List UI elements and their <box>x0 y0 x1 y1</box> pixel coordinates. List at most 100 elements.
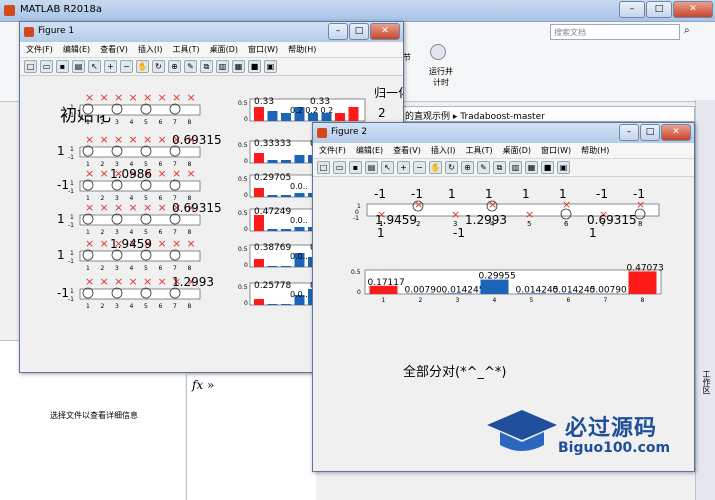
main-window-title: MATLAB R2018a <box>20 4 103 15</box>
figure1-minimize-button[interactable]: – <box>328 23 348 40</box>
fig1-cross-marker: × <box>158 201 167 214</box>
fig1-bar <box>254 107 264 121</box>
fig2-bar-label: 0.29955 <box>479 272 516 282</box>
fig1-tick-label: 8 <box>188 265 192 272</box>
datatip-icon[interactable]: ⊕ <box>168 60 181 73</box>
hide-tools-icon[interactable]: ■ <box>541 161 554 174</box>
fig1-row-sign: 1 <box>57 144 65 158</box>
fig1-ytick: -1 <box>68 222 74 229</box>
legend-icon[interactable]: ▦ <box>232 60 245 73</box>
rotate-icon[interactable]: ↻ <box>445 161 458 174</box>
datatip-icon[interactable]: ⊕ <box>461 161 474 174</box>
fig1-cross-marker: × <box>114 201 123 214</box>
dock-icon[interactable]: ▣ <box>264 60 277 73</box>
menu-tools[interactable]: 工具(T) <box>465 143 492 158</box>
zoom-in-icon[interactable]: + <box>104 60 117 73</box>
figure2-close-button[interactable]: ✕ <box>661 124 691 141</box>
fig1-axis-box <box>79 146 201 158</box>
figure1-controls: – □ ✕ <box>328 23 400 40</box>
figure1-toolbar: □ ▭ ▪ ▤ ↖ + − ✋ ↻ ⊕ ✎ ⧉ ▥ ▦ ■ ▣ <box>20 58 403 76</box>
menu-edit[interactable]: 编辑(E) <box>63 42 90 57</box>
pan-icon[interactable]: ✋ <box>136 60 149 73</box>
colorbar-icon[interactable]: ▥ <box>509 161 522 174</box>
workspace-label[interactable]: 工作区 <box>701 370 712 394</box>
save-icon[interactable]: ▪ <box>56 60 69 73</box>
link-icon[interactable]: ⧉ <box>200 60 213 73</box>
menu-insert[interactable]: 插入(I) <box>138 42 163 57</box>
brush-icon[interactable]: ✎ <box>184 60 197 73</box>
fig1-cross-marker: × <box>85 201 94 214</box>
fig1-bar-ytick: 0 <box>244 226 248 233</box>
open-icon[interactable]: ▭ <box>40 60 53 73</box>
menu-desktop[interactable]: 桌面(D) <box>210 42 238 57</box>
menu-help[interactable]: 帮助(H) <box>581 143 609 158</box>
doc-search-input[interactable]: 搜索文档 <box>550 24 680 40</box>
menu-help[interactable]: 帮助(H) <box>288 42 316 57</box>
new-figure-icon[interactable]: □ <box>317 161 330 174</box>
figure1-maximize-button[interactable]: □ <box>349 23 369 40</box>
figure2-minimize-button[interactable]: – <box>619 124 639 141</box>
figure-icon <box>24 27 34 37</box>
figure1-title-bar: Figure 1 – □ ✕ <box>20 22 403 42</box>
hide-tools-icon[interactable]: ■ <box>248 60 261 73</box>
open-icon[interactable]: ▭ <box>333 161 346 174</box>
fig2-bar-tick: 2 <box>419 297 423 304</box>
fig1-bar-label: 0.38769 <box>254 243 291 253</box>
print-icon[interactable]: ▤ <box>365 161 378 174</box>
dock-icon[interactable]: ▣ <box>557 161 570 174</box>
menu-window[interactable]: 窗口(W) <box>248 42 278 57</box>
menu-file[interactable]: 文件(F) <box>26 42 53 57</box>
legend-icon[interactable]: ▦ <box>525 161 538 174</box>
brush-icon[interactable]: ✎ <box>477 161 490 174</box>
menu-view[interactable]: 查看(V) <box>100 42 128 57</box>
menu-view[interactable]: 查看(V) <box>393 143 421 158</box>
close-button[interactable]: ✕ <box>673 1 713 18</box>
fig2-cross-marker: × <box>562 198 571 211</box>
fig1-ytick: 1 <box>70 288 74 295</box>
run-and-time-label[interactable]: 运行并 计时 <box>424 66 458 88</box>
fig1-tick-label: 5 <box>144 229 148 236</box>
zoom-out-icon[interactable]: − <box>120 60 133 73</box>
rotate-icon[interactable]: ↻ <box>152 60 165 73</box>
menu-edit[interactable]: 编辑(E) <box>356 143 383 158</box>
menu-window[interactable]: 窗口(W) <box>541 143 571 158</box>
zoom-in-icon[interactable]: + <box>397 161 410 174</box>
matlab-logo-icon <box>4 5 15 16</box>
minimize-button[interactable]: – <box>619 1 645 18</box>
watermark-main-text: 必过源码 <box>565 416 658 441</box>
menu-insert[interactable]: 插入(I) <box>431 143 456 158</box>
new-figure-icon[interactable]: □ <box>24 60 37 73</box>
pointer-icon[interactable]: ↖ <box>381 161 394 174</box>
fig1-cross-marker: × <box>143 275 152 288</box>
fig1-tick-label: 1 <box>86 303 90 310</box>
link-icon[interactable]: ⧉ <box>493 161 506 174</box>
fig1-cross-marker: × <box>100 201 109 214</box>
menu-tools[interactable]: 工具(T) <box>172 42 199 57</box>
fig1-ytick: -1 <box>68 154 74 161</box>
figure1-close-button[interactable]: ✕ <box>370 23 400 40</box>
current-folder-path[interactable]: 的直观示例 ▸ Tradaboost-master <box>400 106 695 122</box>
maximize-button[interactable]: □ <box>646 1 672 18</box>
run-and-time-icon[interactable] <box>430 44 446 60</box>
command-window[interactable] <box>186 375 316 500</box>
zoom-out-icon[interactable]: − <box>413 161 426 174</box>
fig1-tick-label: 1 <box>86 229 90 236</box>
fig1-right-heading-value: 2 <box>378 106 386 120</box>
pointer-icon[interactable]: ↖ <box>88 60 101 73</box>
print-icon[interactable]: ▤ <box>72 60 85 73</box>
figure1-title: Figure 1 <box>38 26 75 36</box>
fig1-bar <box>281 229 291 231</box>
menu-desktop[interactable]: 桌面(D) <box>503 143 531 158</box>
search-icon[interactable]: ⌕ <box>684 25 690 36</box>
fig1-tick-label: 4 <box>130 303 134 310</box>
figure2-maximize-button[interactable]: □ <box>640 124 660 141</box>
colorbar-icon[interactable]: ▥ <box>216 60 229 73</box>
fig1-cross-marker: × <box>114 91 123 104</box>
menu-file[interactable]: 文件(F) <box>319 143 346 158</box>
pan-icon[interactable]: ✋ <box>429 161 442 174</box>
fig1-bar-ytick: 0 <box>244 300 248 307</box>
fig1-ytick: -1 <box>68 258 74 265</box>
fig1-tick-label: 7 <box>173 119 177 126</box>
save-icon[interactable]: ▪ <box>349 161 362 174</box>
fig2-alpha-value: 1.2993 <box>465 213 507 227</box>
